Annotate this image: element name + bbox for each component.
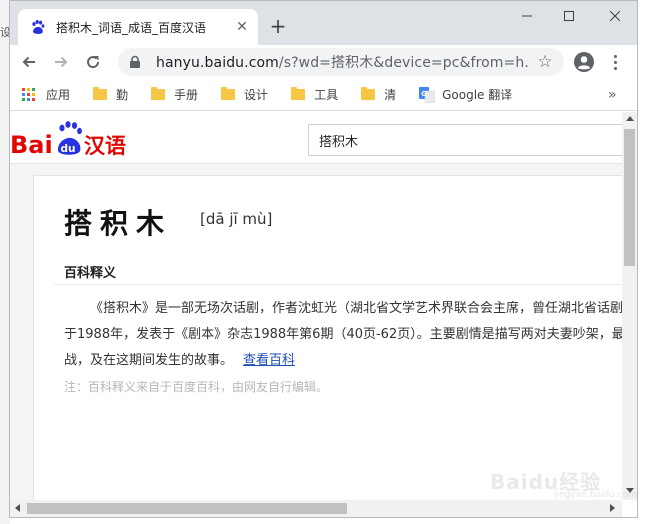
bookmark-folder[interactable]: 清 [361, 86, 396, 103]
scroll-left-icon[interactable] [15, 504, 20, 512]
baidu-jingyan-watermark: Baidu经验 jingyan.baidu.com [490, 452, 640, 502]
view-baike-link[interactable]: 查看百科 [243, 353, 295, 368]
paragraph-line-last: 战，及在这期间发生的故事。 查看百科 [64, 348, 622, 374]
svg-text:G: G [421, 90, 427, 98]
reload-button[interactable] [79, 48, 107, 76]
browser-tab[interactable]: 搭积木_词语_成语_百度汉语 ✕ [18, 9, 258, 45]
bookmark-folder[interactable]: 工具 [291, 86, 338, 103]
bookmark-label: 工具 [314, 88, 339, 102]
bookmarks-overflow-icon[interactable]: » [608, 87, 617, 103]
bookmark-folder[interactable]: 勤 [93, 86, 128, 103]
svg-text:汉语: 汉语 [84, 134, 126, 158]
profile-avatar-icon[interactable] [573, 51, 595, 73]
new-tab-button[interactable]: + [266, 15, 290, 39]
tab-title: 搭积木_词语_成语_百度汉语 [56, 20, 207, 35]
bookmark-label: 勤 [116, 88, 129, 102]
vertical-scrollbar[interactable] [622, 112, 637, 500]
paragraph-text: 战，及在这期间发生的故事。 [64, 353, 234, 368]
section-divider [54, 284, 622, 285]
folder-icon [291, 87, 306, 100]
apps-grid-icon [22, 87, 36, 102]
web-page: Bai du 汉语 搭积木 [dā jī mù] 百科释义 《搭积木》是一部无场… [10, 112, 622, 500]
maximize-button[interactable] [546, 1, 592, 31]
address-bar[interactable]: hanyu.baidu.com/s?wd=搭积木&device=pc&from=… [118, 48, 564, 76]
close-window-button[interactable] [592, 1, 637, 31]
scroll-up-icon[interactable] [626, 116, 634, 121]
folder-icon [221, 87, 236, 100]
paragraph-line: 《搭积木》是一部无场次话剧，作者沈虹光（湖北省文学艺术界联合会主席，曾任湖北省话… [90, 301, 622, 316]
bookmark-label: 应用 [46, 88, 71, 102]
url-host: hanyu.baidu.com [156, 55, 279, 71]
pinyin: [dā jī mù] [200, 210, 273, 228]
minimize-icon [522, 15, 532, 17]
bookmarks-bar: 应用 勤 手册 设计 工具 清 G Google 翻译 » [10, 79, 637, 111]
svg-text:Bai: Bai [10, 131, 53, 159]
maximize-icon [564, 11, 574, 21]
tab-close-icon[interactable]: ✕ [234, 19, 250, 35]
minimize-button[interactable] [504, 1, 550, 31]
url-text: hanyu.baidu.com/s?wd=搭积木&device=pc&from=… [156, 52, 530, 72]
search-input[interactable] [308, 124, 622, 156]
bookmark-label: 清 [384, 88, 397, 102]
paragraph-line: 于1988年，发表于《剧本》杂志1988年第6期（40页-62页）。主要剧情是描… [64, 327, 622, 342]
baidu-hanyu-logo[interactable]: Bai du 汉语 [10, 120, 132, 160]
title-bar: 搭积木_词语_成语_百度汉语 ✕ + [10, 1, 637, 45]
folder-icon [361, 87, 376, 100]
bookmark-star-icon[interactable]: ☆ [536, 53, 554, 71]
headword: 搭积木 [64, 207, 173, 240]
url-path: /s?wd=搭积木&device=pc&from=h... [278, 55, 530, 71]
encyclopedia-paragraph: 《搭积木》是一部无场次话剧，作者沈虹光（湖北省文学艺术界联合会主席，曾任湖北省话… [64, 296, 622, 374]
folder-icon [93, 87, 108, 100]
back-button[interactable] [15, 48, 43, 76]
bookmark-folder[interactable]: 手册 [151, 86, 198, 103]
arrow-left-icon [22, 56, 35, 68]
bookmark-google-translate[interactable]: G Google 翻译 [419, 86, 512, 103]
horizontal-scroll-thumb[interactable] [27, 503, 347, 514]
browser-toolbar: hanyu.baidu.com/s?wd=搭积木&device=pc&from=… [10, 45, 637, 79]
lock-icon [130, 55, 140, 68]
forward-button[interactable] [47, 48, 75, 76]
vertical-scroll-thumb[interactable] [624, 129, 635, 266]
browser-menu-icon[interactable] [607, 51, 623, 73]
scroll-right-icon[interactable] [610, 504, 615, 512]
arrow-right-icon [55, 56, 68, 68]
page-header: Bai du 汉语 [10, 112, 622, 164]
google-translate-icon: G [419, 86, 436, 103]
bookmark-label: Google 翻译 [442, 88, 513, 102]
close-icon [610, 11, 620, 21]
bookmark-folder[interactable]: 设计 [221, 86, 268, 103]
bookmark-apps[interactable]: 应用 [22, 86, 70, 103]
bookmark-label: 手册 [174, 88, 199, 102]
baidu-paw-icon [32, 20, 45, 34]
horizontal-scrollbar[interactable] [10, 500, 622, 517]
source-note: 注：百科释义来自于百度百科，由网友自行编辑。 [64, 380, 329, 394]
browser-window: 搭积木_词语_成语_百度汉语 ✕ + hanyu.baidu.com/s?wd=… [9, 0, 638, 518]
folder-icon [151, 87, 166, 100]
svg-text:du: du [61, 143, 76, 155]
section-title: 百科释义 [64, 266, 117, 281]
bookmark-label: 设计 [244, 88, 269, 102]
reload-icon [87, 56, 100, 69]
watermark-subtext: jingyan.baidu.com [554, 490, 638, 500]
